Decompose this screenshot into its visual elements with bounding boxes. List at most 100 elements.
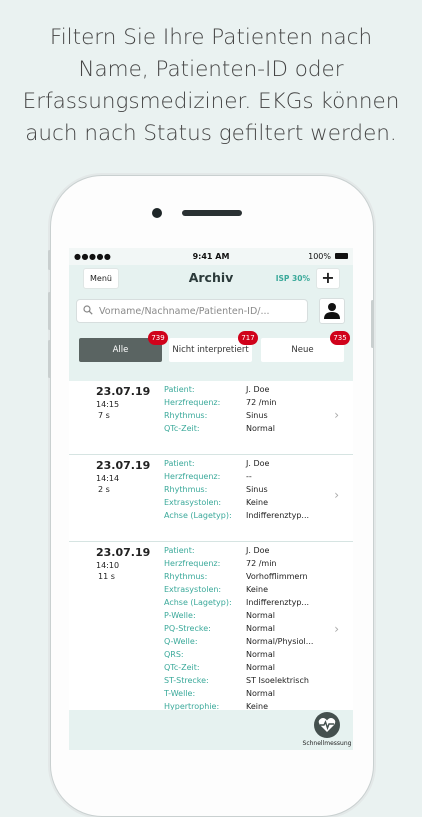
entry-time: 14:14 — [96, 474, 120, 483]
mute-switch — [48, 250, 51, 270]
promo-caption: Filtern Sie Ihre Patienten nach Name, Pa… — [0, 22, 422, 150]
field-value: Normal — [246, 689, 275, 698]
field-label: Achse (Lagetyp): — [164, 511, 232, 520]
entry-field: Herzfrequenz: -- — [164, 472, 334, 485]
entry-field: Achse (Lagetyp): Indifferenztyp... — [164, 598, 334, 611]
entry-field: Herzfrequenz: 72 /min — [164, 398, 334, 411]
volume-down-button — [48, 340, 51, 378]
field-label: P-Welle: — [164, 611, 196, 620]
field-label: Patient: — [164, 546, 195, 555]
search-input[interactable] — [97, 302, 307, 321]
ekg-entry[interactable]: 23.07.19 14:10 11 s Patient: J. Doe Herzfrequ… — [69, 542, 353, 722]
entry-field: Rhythmus: Sinus — [164, 411, 334, 424]
field-value: J. Doe — [246, 459, 270, 468]
add-button[interactable]: + — [316, 268, 340, 289]
field-label: T-Welle: — [164, 689, 196, 698]
field-label: Rhythmus: — [164, 572, 208, 581]
search-row — [69, 293, 353, 331]
entry-field: Patient: J. Doe — [164, 546, 334, 559]
entry-field: Extrasystolen: Keine — [164, 498, 334, 511]
caption-line: Name, Patienten-ID oder — [78, 57, 344, 82]
entry-field: T-Welle: Normal — [164, 689, 334, 702]
entry-field: PQ-Strecke: Normal — [164, 624, 334, 637]
filter-row: Alle 739 Nicht interpretiert 717 Neue 73… — [69, 331, 353, 381]
field-value: Sinus — [246, 485, 268, 494]
entry-field: Herzfrequenz: 72 /min — [164, 559, 334, 572]
search-icon — [83, 305, 93, 315]
field-label: Extrasystolen: — [164, 498, 222, 507]
entry-field: Q-Welle: Normal/Physiol... — [164, 637, 334, 650]
search-box[interactable] — [76, 299, 308, 323]
field-value: J. Doe — [246, 546, 270, 555]
heart-pulse-icon — [314, 712, 340, 738]
filter-uninterpreted-button[interactable]: Nicht interpretiert 717 — [169, 331, 258, 362]
count-badge: 717 — [238, 331, 258, 345]
field-label: Achse (Lagetyp): — [164, 598, 232, 607]
field-value: Normal — [246, 650, 275, 659]
field-value: Sinus — [246, 411, 268, 420]
filter-label: Neue — [291, 345, 314, 355]
field-value: 72 /min — [246, 398, 277, 407]
field-label: Herzfrequenz: — [164, 559, 221, 568]
ekg-entry[interactable]: 23.07.19 14:14 2 s Patient: J. Doe Herzfreque… — [69, 455, 353, 542]
entry-duration: 11 s — [98, 572, 115, 581]
field-label: Patient: — [164, 459, 195, 468]
filter-label: Alle — [112, 345, 129, 355]
app-screen: ●●●●● 9:41 AM 100% Menü Archiv ISP 30% +… — [69, 248, 353, 750]
field-value: Normal — [246, 611, 275, 620]
field-label: Rhythmus: — [164, 411, 208, 420]
entry-field: Extrasystolen: Keine — [164, 585, 334, 598]
chevron-right-icon: › — [334, 621, 339, 636]
entry-date: 23.07.19 — [96, 385, 151, 398]
battery-icon — [335, 253, 348, 259]
field-value: Normal — [246, 624, 275, 633]
entry-field: Rhythmus: Vorhofflimmern — [164, 572, 334, 585]
field-label: Herzfrequenz: — [164, 398, 221, 407]
entry-date: 23.07.19 — [96, 459, 151, 472]
field-label: QTc-Zeit: — [164, 663, 200, 672]
field-value: J. Doe — [246, 385, 270, 394]
count-badge: 735 — [330, 331, 350, 345]
front-camera — [152, 208, 162, 218]
quick-measure-button[interactable]: Schnellmessung — [302, 712, 352, 747]
field-value: Indifferenztyp... — [246, 511, 310, 520]
isp-indicator: ISP 30% — [275, 274, 310, 283]
field-label: QTc-Zeit: — [164, 424, 200, 433]
caption-line: Filtern Sie Ihre Patienten nach — [49, 25, 373, 50]
field-value: Normal — [246, 663, 275, 672]
entry-date: 23.07.19 — [96, 546, 151, 559]
field-label: QRS: — [164, 650, 184, 659]
field-value: Normal — [246, 424, 275, 433]
field-label: Q-Welle: — [164, 637, 198, 646]
field-value: Keine — [246, 498, 268, 507]
entry-field: ST-Strecke: ST Isoelektrisch — [164, 676, 334, 689]
power-button — [371, 300, 374, 348]
field-label: ST-Strecke: — [164, 676, 209, 685]
ekg-entry[interactable]: 23.07.19 14:15 7 s Patient: J. Doe Herzfreque… — [69, 381, 353, 455]
entry-field: QRS: Normal — [164, 650, 334, 663]
user-icon — [324, 303, 340, 319]
filter-new-button[interactable]: Neue 735 — [261, 331, 350, 362]
count-badge: 739 — [148, 331, 168, 345]
filter-all-button[interactable]: Alle 739 — [79, 331, 168, 362]
caption-line: auch nach Status gefiltert werden. — [25, 121, 397, 146]
quick-measure-label: Schnellmessung — [302, 740, 352, 747]
entry-duration: 7 s — [98, 411, 110, 420]
field-value: Normal/Physiol... — [246, 637, 314, 646]
field-label: Herzfrequenz: — [164, 472, 221, 481]
entry-field: Patient: J. Doe — [164, 385, 334, 398]
chevron-right-icon: › — [334, 407, 339, 422]
caption-line: Erfassungsmediziner. EKGs können — [22, 89, 400, 114]
nav-bar: Menü Archiv ISP 30% + — [69, 265, 353, 293]
entry-field: QTc-Zeit: Normal — [164, 424, 334, 437]
entry-time: 14:10 — [96, 561, 120, 570]
entry-field: Achse (Lagetyp): Indifferenztyp... — [164, 511, 334, 524]
field-value: Vorhofflimmern — [246, 572, 308, 581]
user-filter-button[interactable] — [319, 298, 345, 324]
page-title: Archiv — [188, 270, 234, 285]
field-label: Extrasystolen: — [164, 585, 222, 594]
field-label: Patient: — [164, 385, 195, 394]
entry-field: P-Welle: Normal — [164, 611, 334, 624]
entry-time: 14:15 — [96, 400, 120, 409]
field-value: ST Isoelektrisch — [246, 676, 309, 685]
